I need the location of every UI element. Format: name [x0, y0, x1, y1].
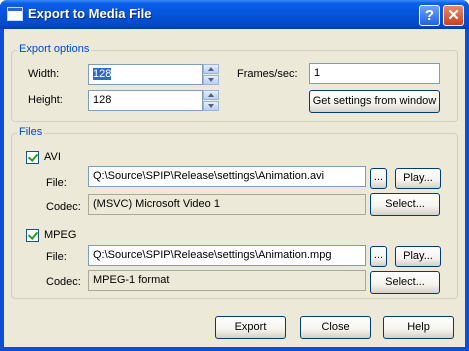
avi-select-button[interactable]: Select... — [370, 193, 440, 216]
mpeg-checkbox-label[interactable]: MPEG — [44, 229, 76, 241]
window-title: Export to Media File — [28, 6, 152, 21]
mpeg-codec-label: Codec: — [46, 276, 81, 288]
mpeg-checkbox[interactable] — [26, 229, 39, 242]
fps-field[interactable]: 1 — [309, 63, 440, 84]
height-spinner[interactable] — [203, 90, 219, 111]
get-settings-button[interactable]: Get settings from window — [309, 90, 440, 113]
fps-label: Frames/sec: — [237, 68, 298, 80]
avi-play-button[interactable]: Play... — [395, 168, 441, 189]
height-label: Height: — [28, 94, 63, 106]
avi-codec-field: (MSVC) Microsoft Video 1 — [88, 194, 366, 215]
spin-down-icon[interactable] — [203, 75, 219, 85]
mpeg-browse-button[interactable]: ... — [370, 246, 387, 267]
help-button[interactable]: Help — [383, 316, 454, 339]
avi-checkbox[interactable] — [26, 151, 39, 164]
mpeg-select-button[interactable]: Select... — [370, 271, 440, 294]
mpeg-file-field[interactable]: Q:\Source\SPIP\Release\settings\Animatio… — [88, 245, 366, 266]
mpeg-file-label: File: — [46, 251, 67, 263]
export-options-title: Export options — [17, 43, 92, 55]
spin-up-icon[interactable] — [203, 90, 219, 100]
avi-file-label: File: — [46, 177, 67, 189]
avi-file-field[interactable]: Q:\Source\SPIP\Release\settings\Animatio… — [88, 166, 366, 187]
spin-down-icon[interactable] — [203, 101, 219, 111]
mpeg-play-button[interactable]: Play... — [395, 246, 441, 267]
mpeg-codec-field: MPEG-1 format — [88, 270, 366, 291]
app-window-icon — [7, 7, 23, 21]
dialog-client-area: Export options Width: 128 Height: 128 Fr… — [4, 29, 465, 347]
title-bar[interactable]: Export to Media File ? ✕ — [0, 0, 469, 29]
avi-browse-button[interactable]: ... — [370, 168, 387, 189]
title-help-button[interactable]: ? — [419, 5, 440, 26]
export-button[interactable]: Export — [215, 316, 286, 339]
avi-checkbox-label[interactable]: AVI — [44, 151, 61, 163]
spin-up-icon[interactable] — [203, 64, 219, 74]
width-value: 128 — [93, 68, 112, 80]
dialog-window: Export to Media File ? ✕ Export options … — [0, 0, 469, 351]
close-button[interactable]: Close — [300, 316, 371, 339]
height-field[interactable]: 128 — [88, 90, 203, 111]
title-close-button[interactable]: ✕ — [443, 5, 464, 26]
width-field[interactable]: 128 — [88, 64, 203, 85]
width-label: Width: — [28, 68, 60, 80]
width-spinner[interactable] — [203, 64, 219, 85]
avi-codec-label: Codec: — [46, 201, 81, 213]
files-title: Files — [17, 126, 45, 138]
